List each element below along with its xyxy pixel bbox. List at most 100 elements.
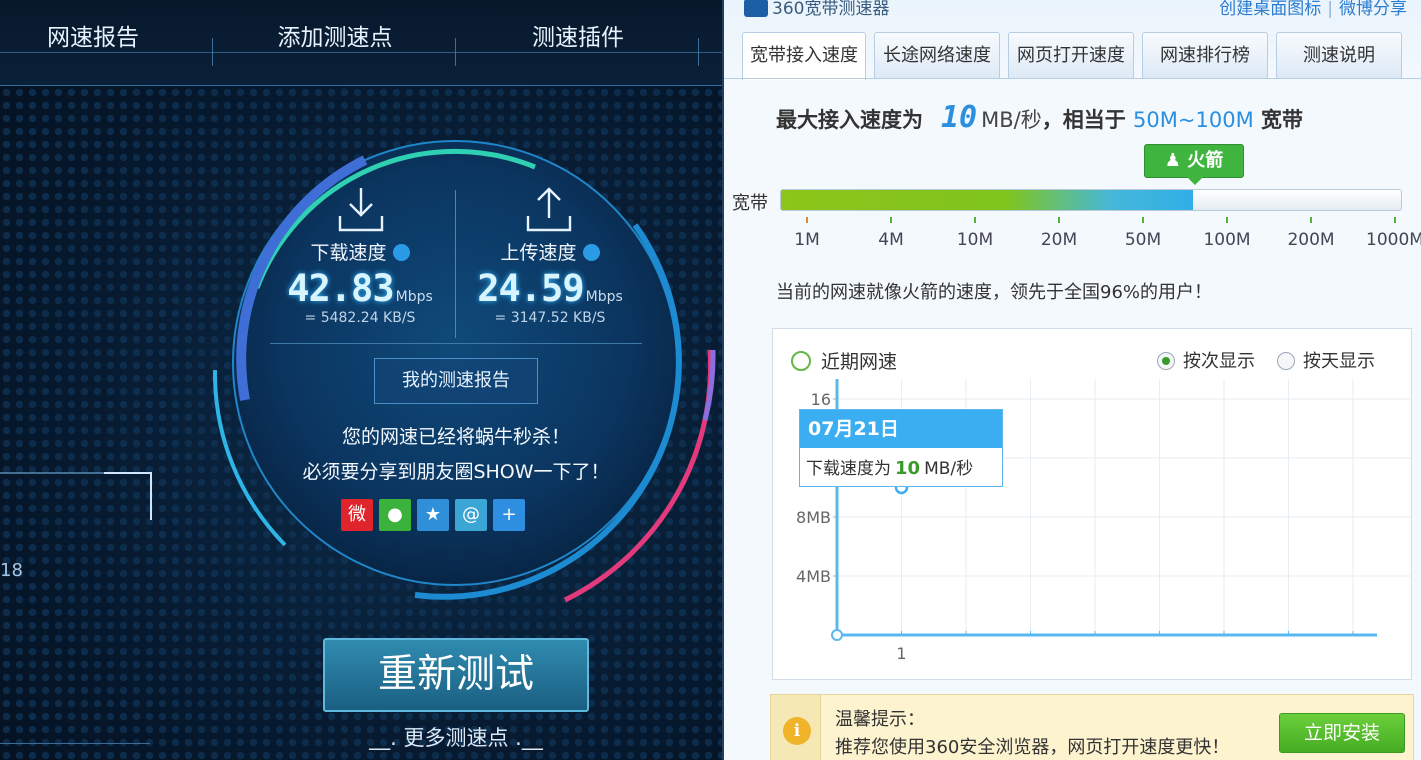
chart-title: 近期网速 xyxy=(791,347,897,374)
nav-speed-report[interactable]: 网速报告 xyxy=(0,18,193,52)
bandwidth-bar-fill xyxy=(781,190,1194,210)
tab-webpage-speed[interactable]: 网页打开速度 xyxy=(1008,32,1134,78)
band-tick-mark xyxy=(1310,217,1312,223)
tab-long-distance[interactable]: 长途网络速度 xyxy=(874,32,1000,78)
download-kbs: = 5482.24 KB/S xyxy=(304,310,416,326)
link-separator: | xyxy=(1327,0,1333,19)
wechat-icon[interactable]: ● xyxy=(379,499,411,531)
install-now-button[interactable]: 立即安装 xyxy=(1279,713,1405,753)
upload-meter: 上传速度 24.59 Mbps = 3147.52 KB/S xyxy=(460,238,640,326)
radio-button-checked[interactable] xyxy=(1157,352,1175,370)
tooltip-value: 10 xyxy=(895,458,921,479)
download-icon xyxy=(338,188,384,232)
decor-line xyxy=(0,472,104,474)
band-tick-mark xyxy=(890,217,892,223)
download-meter: 下载速度 42.83 Mbps = 5482.24 KB/S xyxy=(270,238,450,326)
radio-button[interactable] xyxy=(1277,352,1295,370)
band-tick-mark xyxy=(1394,217,1396,223)
app-title-text: 360宽带测速器 xyxy=(772,0,890,19)
tooltip-prefix: 下载速度为 xyxy=(806,459,891,479)
qzone-icon[interactable]: ★ xyxy=(417,499,449,531)
tencent-weibo-icon[interactable]: @ xyxy=(455,499,487,531)
more-share-icon[interactable]: + xyxy=(493,499,525,531)
radio-by-day-label: 按天显示 xyxy=(1303,351,1375,372)
upload-value: 24.59 xyxy=(477,267,584,310)
chart-x-tick-label: 1 xyxy=(896,644,906,663)
band-tick-label: 10M xyxy=(956,230,994,250)
meter-divider xyxy=(455,190,456,338)
band-tick-label: 1000M xyxy=(1366,230,1421,250)
headline-prefix: 最大接入速度为 xyxy=(776,108,923,132)
band-tick-label: 100M xyxy=(1203,230,1251,250)
chart-canvas: 4MB8MB12161 xyxy=(796,379,1413,663)
upload-label: 上传速度 xyxy=(500,242,577,264)
download-value: 42.83 xyxy=(287,267,394,310)
result-message-2: 必须要分享到朋友圈SHOW一下了！ xyxy=(302,461,610,483)
nav-divider-line xyxy=(0,52,722,53)
band-tick-mark xyxy=(1058,217,1060,223)
band-tick-mark xyxy=(974,217,976,223)
band-tick-label: 4M xyxy=(878,230,904,250)
chart-origin-point xyxy=(831,629,843,641)
band-tick-label: 1M xyxy=(794,230,820,250)
clock-icon xyxy=(791,351,811,371)
upload-kbs: = 3147.52 KB/S xyxy=(494,310,606,326)
app-title: 360宽带测速器 xyxy=(744,0,889,19)
rocket-icon: ♟ xyxy=(1164,150,1181,171)
info-dot-icon xyxy=(392,244,410,261)
tooltip-body: 下载速度为 10 MB/秒 xyxy=(800,448,1002,479)
weibo-icon[interactable]: 微 xyxy=(341,499,373,531)
nav-separator xyxy=(455,38,456,66)
tip-icon-box: i xyxy=(771,695,821,760)
speedtest-panel: 网速报告 添加测速点 测速插件 18 下载速度 42.83 Mbps = 548… xyxy=(0,0,722,760)
radio-by-test-label: 按次显示 xyxy=(1183,351,1255,372)
top-links: 创建桌面图标 | 微博分享 xyxy=(1219,0,1407,19)
tip-bar: i 温馨提示： 推荐您使用360安全浏览器，网页打开速度更快！ 立即安装 xyxy=(770,694,1414,760)
share-icons: 微 ● ★ @ + xyxy=(341,499,531,531)
my-report-button[interactable]: 我的测速报告 xyxy=(374,358,538,404)
chart-y-tick-label: 16 xyxy=(811,390,831,409)
speed-level-badge: ♟ 火箭 xyxy=(1144,144,1244,185)
tab-access-speed[interactable]: 宽带接入速度 xyxy=(742,32,866,80)
headline-middle: ，相当于 xyxy=(1041,108,1126,132)
headline-unit: MB/秒 xyxy=(981,108,1042,132)
radio-by-test[interactable]: 按次显示 xyxy=(1157,347,1255,373)
download-unit: Mbps xyxy=(395,289,433,305)
headline-value: 10 xyxy=(941,100,978,135)
nav-test-plugin[interactable]: 测速插件 xyxy=(478,18,678,52)
chart-y-tick-label: 4MB xyxy=(796,567,831,586)
chart-tooltip: 07月21日 下载速度为 10 MB/秒 xyxy=(799,409,1003,487)
weibo-share-link[interactable]: 微博分享 xyxy=(1339,0,1407,19)
band-tick-label: 200M xyxy=(1287,230,1335,250)
retest-button[interactable]: 重新测试 xyxy=(323,638,589,712)
upload-unit: Mbps xyxy=(585,289,623,305)
tab-speed-ranking[interactable]: 网速排行榜 xyxy=(1142,32,1268,78)
decor-corner xyxy=(104,472,152,520)
bandwidth-bar xyxy=(780,189,1402,211)
tip-body: 推荐您使用360安全浏览器，网页打开速度更快！ xyxy=(835,737,1230,758)
decor-line xyxy=(0,743,150,744)
level-badge-text: 火箭 xyxy=(1187,150,1224,171)
more-test-points-link[interactable]: __. 更多测速点 .__ xyxy=(356,722,556,752)
nav-add-test-point[interactable]: 添加测速点 xyxy=(235,18,435,52)
tooltip-date: 07月21日 xyxy=(800,410,1002,448)
band-tick-label: 20M xyxy=(1040,230,1078,250)
band-tick-mark xyxy=(806,217,808,223)
upload-icon xyxy=(526,187,572,232)
tip-title: 温馨提示： xyxy=(835,709,925,730)
tab-test-help[interactable]: 测速说明 xyxy=(1276,32,1402,78)
chart-title-text: 近期网速 xyxy=(821,351,898,373)
broadband-tester-window: 360宽带测速器 创建桌面图标 | 微博分享 宽带接入速度 长途网络速度 网页打开速… xyxy=(722,0,1421,760)
recent-speed-chart: 4MB8MB12161 近期网速 按次显示 按天显示 07月21日 下载速度为1… xyxy=(772,328,1413,680)
nav-separator xyxy=(698,38,699,66)
band-tick-label: 50M xyxy=(1124,230,1162,250)
band-tick-mark xyxy=(1142,217,1144,223)
badge-arrow xyxy=(1187,177,1203,185)
tab-underline xyxy=(724,78,1421,79)
radio-by-day[interactable]: 按天显示 xyxy=(1277,347,1375,373)
meter-hline xyxy=(270,343,642,344)
decor-number: 18 xyxy=(0,560,23,581)
headline-suffix: 宽带 xyxy=(1261,108,1303,132)
chart-y-tick-label: 8MB xyxy=(796,508,831,527)
create-desktop-icon-link[interactable]: 创建桌面图标 xyxy=(1219,0,1321,19)
